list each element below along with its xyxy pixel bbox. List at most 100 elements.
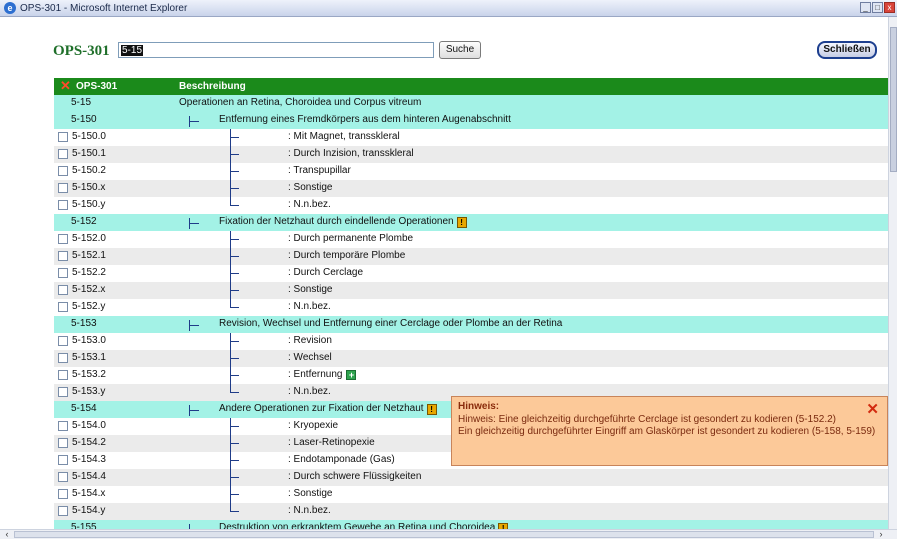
row-description: : N.n.bez. (288, 386, 331, 397)
row-description: Operationen an Retina, Choroidea und Cor… (179, 97, 422, 108)
row-checkbox[interactable] (58, 132, 68, 142)
row-description: : Revision (288, 335, 332, 346)
row-checkbox[interactable] (58, 285, 68, 295)
column-header-description: Beschreibung (179, 81, 246, 92)
row-checkbox[interactable] (58, 149, 68, 159)
row-description: : Sonstige (288, 182, 333, 193)
row-code: 5-154.2 (72, 437, 106, 448)
close-button[interactable]: Schließen (817, 41, 877, 59)
row-code: 5-150.y (72, 199, 106, 210)
horizontal-scrollbar[interactable]: ‹ › (0, 529, 897, 539)
table-row: 5-150.0 : Mit Magnet, transskleral (54, 129, 889, 146)
tree-connector (230, 163, 242, 180)
table-row: 5-153.0 : Revision (54, 333, 889, 350)
row-description: : Transpupillar (288, 165, 351, 176)
tree-connector (230, 299, 242, 316)
scroll-left-arrow-icon[interactable]: ‹ (1, 530, 13, 539)
hint-close-icon[interactable]: ✕ (866, 402, 879, 417)
horizontal-scrollbar-thumb[interactable] (14, 531, 874, 538)
row-checkbox[interactable] (58, 421, 68, 431)
warning-icon[interactable]: ! (426, 404, 437, 415)
row-checkbox[interactable] (58, 268, 68, 278)
tree-connector (230, 231, 242, 248)
tree-connector (230, 146, 242, 163)
row-checkbox[interactable] (58, 489, 68, 499)
row-code: 5-150 (71, 114, 97, 125)
vertical-scrollbar[interactable] (888, 17, 897, 529)
tree-connector (230, 418, 242, 435)
row-code: 5-152.x (72, 284, 106, 295)
hint-title: Hinweis: (458, 401, 500, 412)
table-row: 5-153.1 : Wechsel (54, 350, 889, 367)
row-code: 5-154.y (72, 505, 106, 516)
row-checkbox[interactable] (58, 183, 68, 193)
row-description-text: : Entfernung (288, 369, 343, 380)
row-checkbox[interactable] (58, 370, 68, 380)
row-checkbox[interactable] (58, 472, 68, 482)
row-description: Andere Operationen zur Fixation der Netz… (219, 403, 437, 415)
row-description: : N.n.bez. (288, 199, 331, 210)
row-description: : N.n.bez. (288, 301, 331, 312)
row-checkbox[interactable] (58, 336, 68, 346)
row-description: : Endotamponade (Gas) (288, 454, 395, 465)
row-description: : Durch permanente Plombe (288, 233, 414, 244)
row-code: 5-153 (71, 318, 97, 329)
table-row: 5-150.x : Sonstige (54, 180, 889, 197)
row-description: Revision, Wechsel und Entfernung einer C… (219, 318, 563, 329)
search-input[interactable]: 5-15 (118, 42, 434, 58)
row-checkbox[interactable] (58, 353, 68, 363)
tree-connector (230, 503, 242, 520)
row-code: 5-154.4 (72, 471, 106, 482)
table-row: 5-152 Fixation der Netzhaut durch eindel… (54, 214, 889, 231)
table-row: 5-152.y : N.n.bez. (54, 299, 889, 316)
row-description: : Kryopexie (288, 420, 339, 431)
add-icon[interactable]: + (346, 370, 357, 380)
maximize-button[interactable]: □ (872, 2, 883, 13)
row-checkbox[interactable] (58, 234, 68, 244)
row-checkbox[interactable] (58, 200, 68, 210)
table-row: 5-154.y : N.n.bez. (54, 503, 889, 520)
tree-connector (230, 129, 242, 146)
hint-popup: Hinweis: Hinweis: Eine gleichzeitig durc… (451, 396, 888, 466)
row-description: : Durch Cerclage (288, 267, 364, 278)
tree-connector (230, 469, 242, 486)
table-row: 5-154.x : Sonstige (54, 486, 889, 503)
tree-connector (187, 216, 199, 231)
row-description: : Entfernung + (288, 369, 357, 380)
row-checkbox[interactable] (58, 166, 68, 176)
row-checkbox[interactable] (58, 438, 68, 448)
minimize-button[interactable]: _ (860, 2, 871, 13)
tree-connector (230, 350, 242, 367)
row-checkbox[interactable] (58, 251, 68, 261)
tree-connector (230, 180, 242, 197)
hint-text-line-2: Ein gleichzeitig durchgeführter Eingriff… (458, 426, 876, 437)
row-code: 5-153.1 (72, 352, 106, 363)
row-description: : Mit Magnet, transskleral (288, 131, 400, 142)
row-checkbox[interactable] (58, 302, 68, 312)
row-description: : Durch temporäre Plombe (288, 250, 406, 261)
row-checkbox[interactable] (58, 455, 68, 465)
hint-text-line-1: Hinweis: Eine gleichzeitig durchgeführte… (458, 414, 836, 425)
window-close-button[interactable]: x (884, 2, 895, 13)
search-button[interactable]: Suche (439, 41, 481, 59)
row-code: 5-154.0 (72, 420, 106, 431)
row-description: : Sonstige (288, 284, 333, 295)
warning-icon[interactable]: ! (456, 217, 467, 228)
row-code: 5-153.2 (72, 369, 106, 380)
tree-connector (230, 486, 242, 503)
row-description: : Sonstige (288, 488, 333, 499)
table-row: 5-150 Entfernung eines Fremdkörpers aus … (54, 112, 889, 129)
row-code: 5-150.2 (72, 165, 106, 176)
row-code: 5-15 (71, 97, 92, 108)
scroll-right-arrow-icon[interactable]: › (875, 530, 887, 539)
row-code: 5-150.x (72, 182, 106, 193)
row-description: : N.n.bez. (288, 505, 331, 516)
vertical-scrollbar-thumb[interactable] (890, 27, 897, 172)
tree-connector (187, 318, 199, 333)
close-icon[interactable]: ✕ (60, 79, 71, 93)
row-checkbox[interactable] (58, 387, 68, 397)
row-checkbox[interactable] (58, 506, 68, 516)
search-header: OPS-301 5-15 Suche Schließen (50, 40, 885, 64)
table-row: 5-15 Operationen an Retina, Choroidea un… (54, 95, 889, 112)
table-row: 5-150.y : N.n.bez. (54, 197, 889, 214)
